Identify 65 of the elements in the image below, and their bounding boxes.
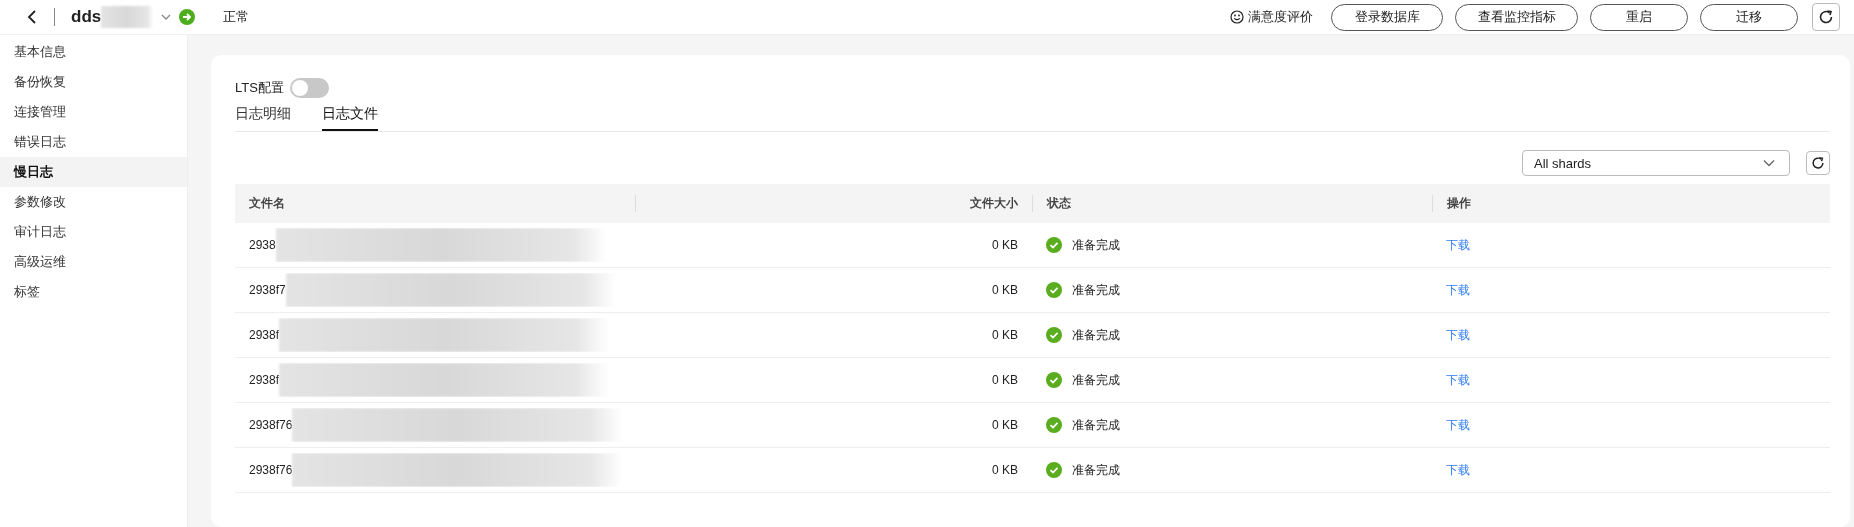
action-button[interactable]: 登录数据库 [1331,3,1443,31]
download-link[interactable]: 下载 [1446,462,1470,477]
instance-name: dds [71,7,102,27]
download-link[interactable]: 下载 [1446,237,1470,252]
check-circle-icon [1046,282,1062,298]
check-circle-icon [1046,462,1062,478]
table-cell: 2938f76 [249,463,293,477]
sidebar-item[interactable]: 错误日志 [0,127,187,157]
column-header: 文件大小 [635,195,1032,212]
sidebar-item[interactable]: 慢日志 [0,157,187,187]
status-text: 准备完成 [1072,236,1120,254]
sidebar-item[interactable]: 备份恢复 [0,67,187,97]
check-circle-icon [1046,372,1062,388]
status-text: 准备完成 [1072,281,1120,299]
sidebar-item[interactable]: 审计日志 [0,217,187,247]
redaction [101,6,154,28]
download-link[interactable]: 下载 [1446,417,1470,432]
refresh-button[interactable] [1812,3,1840,31]
table-cell-text: 0 KB [991,283,1019,297]
table-cell-text: 0 KB [991,418,1019,432]
lts-label: LTS配置 [235,79,284,97]
chevron-down-icon[interactable] [161,13,172,21]
refresh-button[interactable] [1806,151,1830,175]
refresh-icon [1810,155,1826,171]
back-icon[interactable] [26,9,38,25]
feedback-link[interactable]: 满意度评价 [1248,8,1313,26]
table-cell-text: 0 KB [991,463,1019,477]
refresh-icon [1817,8,1835,26]
shard-select[interactable]: All shards [1522,150,1790,176]
check-circle-icon [1046,417,1062,433]
sidebar-item[interactable]: 连接管理 [0,97,187,127]
status-text: 正常 [223,8,250,26]
table-cell: 2938f [249,373,280,387]
status-text: 准备完成 [1072,461,1120,479]
chevron-down-icon [1763,159,1775,167]
column-header: 文件名 [248,195,286,212]
column-header: 状态 [1032,195,1432,212]
smiley-icon[interactable] [1230,10,1244,24]
tab[interactable]: 日志明细 [235,101,291,131]
download-link[interactable]: 下载 [1446,327,1470,342]
action-button[interactable]: 迁移 [1700,3,1798,31]
table-cell: 2938 [249,238,276,252]
action-button[interactable]: 重启 [1590,3,1688,31]
arrow-right-icon[interactable] [179,9,196,25]
sidebar-item[interactable]: 高级运维 [0,247,187,277]
tab[interactable]: 日志文件 [322,101,378,131]
status-text: 准备完成 [1072,326,1120,344]
status-text: 准备完成 [1072,371,1120,389]
table-cell-text: 0 KB [991,373,1019,387]
table-cell-text: 0 KB [991,238,1019,252]
sidebar-item[interactable]: 标签 [0,277,187,307]
action-button[interactable]: 查看监控指标 [1455,3,1578,31]
sidebar-item[interactable]: 参数修改 [0,187,187,217]
status-text: 准备完成 [1072,416,1120,434]
table-cell: 2938f76 [249,418,293,432]
table-cell: 2938f [249,328,280,342]
check-circle-icon [1046,237,1062,253]
download-link[interactable]: 下载 [1446,372,1470,387]
column-header: 操作 [1432,195,1830,212]
table-cell: 2938f7 [249,283,286,297]
toggle-switch[interactable] [289,78,329,98]
table-cell-text: 0 KB [991,328,1019,342]
download-link[interactable]: 下载 [1446,282,1470,297]
sidebar-item[interactable]: 基本信息 [0,37,187,67]
check-circle-icon [1046,327,1062,343]
